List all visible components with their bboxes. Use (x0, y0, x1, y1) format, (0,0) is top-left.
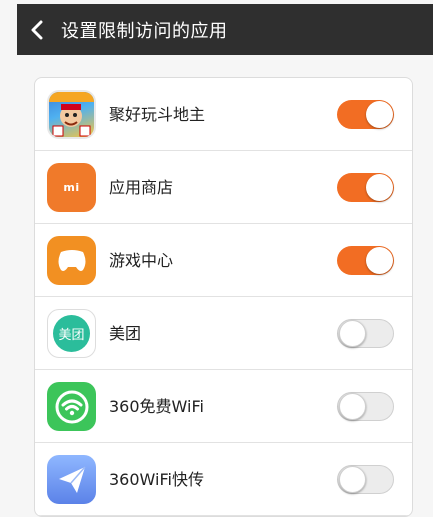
access-toggle[interactable] (337, 465, 394, 494)
meituan-icon: 美团 (47, 309, 96, 358)
toggle-knob (366, 247, 393, 274)
toggle-knob (339, 320, 366, 347)
app-row[interactable]: 游戏中心 (35, 224, 412, 297)
app-row[interactable]: 360免费WiFi (35, 370, 412, 443)
app-name: 美团 (109, 324, 142, 343)
chevron-left-icon (30, 20, 44, 40)
access-toggle[interactable] (337, 246, 394, 275)
access-toggle[interactable] (337, 392, 394, 421)
toggle-knob (339, 393, 366, 420)
gamepad-icon (47, 236, 96, 285)
meituan-logo-text: 美团 (53, 315, 90, 352)
app-name: 游戏中心 (109, 251, 174, 270)
app-row[interactable]: 聚好玩斗地主 (35, 78, 412, 151)
app-name: 360WiFi快传 (109, 470, 204, 489)
title-bar: 设置限制访问的应用 (17, 4, 433, 55)
paper-plane-icon (47, 455, 96, 504)
access-toggle[interactable] (337, 173, 394, 202)
app-name: 聚好玩斗地主 (109, 105, 206, 124)
back-button[interactable] (17, 4, 57, 55)
app-name: 应用商店 (109, 178, 174, 197)
toggle-knob (339, 466, 366, 493)
access-toggle[interactable] (337, 100, 394, 129)
access-toggle[interactable] (337, 319, 394, 348)
toggle-knob (366, 101, 393, 128)
mi-store-icon: mi (47, 163, 96, 212)
page-title: 设置限制访问的应用 (61, 20, 228, 42)
app-name: 360免费WiFi (109, 397, 204, 416)
mi-logo-text: mi (63, 181, 80, 194)
app-row[interactable]: mi 应用商店 (35, 151, 412, 224)
app-list: 聚好玩斗地主 mi 应用商店 游戏中心 美团 美团 360免费WiFi 360W… (34, 77, 413, 517)
wifi-icon (47, 382, 96, 431)
poker-game-icon (47, 90, 96, 139)
toggle-knob (366, 174, 393, 201)
app-row[interactable]: 360WiFi快传 (35, 443, 412, 516)
app-row[interactable]: 美团 美团 (35, 297, 412, 370)
